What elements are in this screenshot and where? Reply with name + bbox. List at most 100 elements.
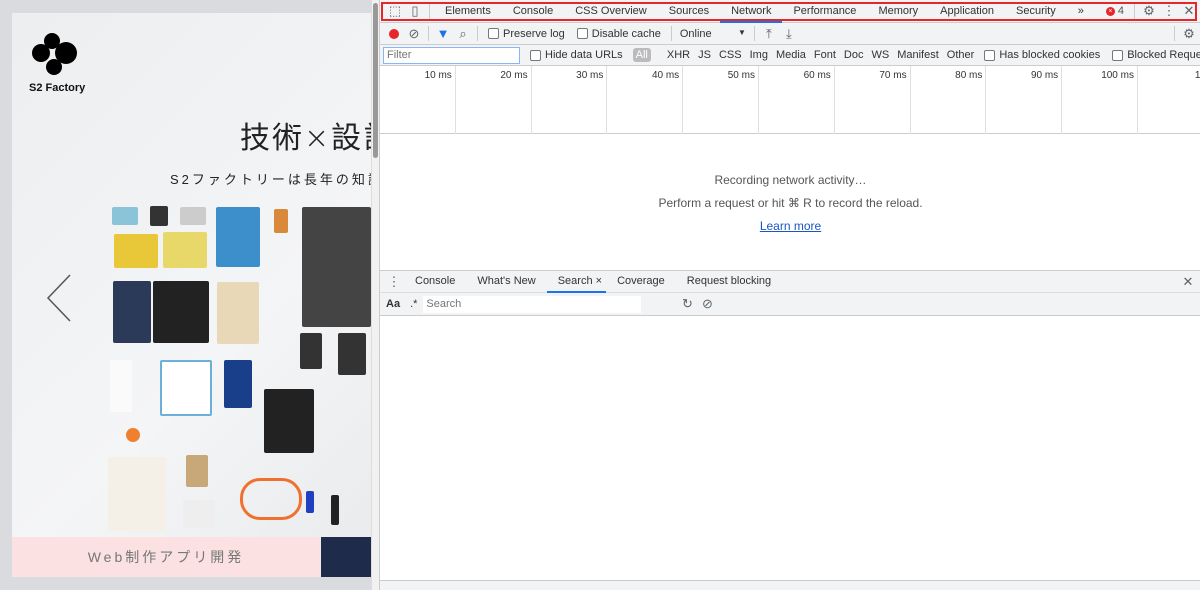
more-tabs-button[interactable]: » bbox=[1067, 0, 1095, 23]
logo-text: S2 Factory bbox=[29, 82, 86, 94]
timeline-tick: 60 ms bbox=[759, 66, 835, 134]
drawer-tab-request-blocking[interactable]: Request blocking bbox=[676, 270, 782, 293]
filter-funnel-icon[interactable]: ▼ bbox=[433, 24, 453, 44]
disable-cache-checkbox[interactable]: Disable cache bbox=[576, 27, 661, 40]
hero-title: 技術×設計 bbox=[240, 121, 371, 156]
close-tab-icon[interactable]: × bbox=[596, 275, 602, 287]
import-har-icon[interactable]: ⤒ bbox=[759, 24, 779, 44]
recording-message: Recording network activity… bbox=[714, 173, 867, 187]
regex-toggle[interactable]: .* bbox=[410, 298, 417, 310]
tab-security[interactable]: Security bbox=[1005, 0, 1067, 23]
filter-type-js[interactable]: JS bbox=[698, 49, 711, 61]
record-button[interactable] bbox=[384, 24, 404, 44]
drawer-tab-console[interactable]: Console bbox=[404, 270, 466, 293]
clear-icon[interactable]: ⊘ bbox=[404, 24, 424, 44]
divider bbox=[429, 3, 430, 19]
timeline-tick: 90 ms bbox=[986, 66, 1063, 134]
hide-data-urls-label: Hide data URLs bbox=[545, 49, 623, 61]
export-har-icon[interactable]: ⤓ bbox=[779, 24, 799, 44]
network-toolbar: ⊘ ▼ ⌕ Preserve log Disable cache Online ▼… bbox=[380, 23, 1200, 45]
filter-bar: Hide data URLs All XHR JS CSS Img Media … bbox=[380, 45, 1200, 66]
search-input[interactable] bbox=[423, 295, 642, 313]
has-blocked-cookies-label: Has blocked cookies bbox=[999, 49, 1101, 61]
network-settings-gear-icon[interactable]: ⚙ bbox=[1179, 24, 1199, 44]
filter-type-img[interactable]: Img bbox=[750, 49, 768, 61]
preserve-log-checkbox[interactable]: Preserve log bbox=[488, 28, 565, 40]
device-toolbar-icon[interactable]: ▯ bbox=[405, 1, 425, 21]
filter-type-doc[interactable]: Doc bbox=[844, 49, 864, 61]
error-icon: × bbox=[1105, 6, 1115, 16]
filter-type-manifest[interactable]: Manifest bbox=[897, 49, 939, 61]
throttling-value: Online bbox=[679, 27, 712, 40]
search-icon[interactable]: ⌕ bbox=[453, 24, 473, 44]
filter-type-css[interactable]: CSS bbox=[719, 49, 742, 61]
drawer-tab-whats-new[interactable]: What's New bbox=[466, 270, 546, 293]
status-bar bbox=[380, 580, 1200, 590]
network-overview-timeline[interactable]: 10 ms 20 ms 30 ms 40 ms 50 ms 60 ms 70 ms 80 ms… bbox=[380, 66, 1200, 134]
filter-type-font[interactable]: Font bbox=[814, 49, 836, 61]
tab-elements[interactable]: Elements bbox=[434, 0, 502, 23]
tab-memory[interactable]: Memory bbox=[867, 0, 929, 23]
reload-hint: Perform a request or hit ⌘ R to record t… bbox=[658, 196, 923, 210]
drawer-tab-search[interactable]: Search × bbox=[546, 270, 607, 293]
filter-type-ws[interactable]: WS bbox=[871, 49, 889, 61]
drawer-tab-coverage[interactable]: Coverage bbox=[606, 270, 676, 293]
filter-input[interactable] bbox=[383, 46, 520, 64]
filter-type-xhr[interactable]: XHR bbox=[667, 49, 690, 61]
divider bbox=[1134, 3, 1135, 19]
navy-banner[interactable] bbox=[321, 537, 371, 577]
filter-type-media[interactable]: Media bbox=[776, 49, 806, 61]
divider bbox=[1174, 26, 1175, 41]
hide-data-urls-checkbox[interactable]: Hide data URLs bbox=[530, 49, 623, 61]
close-devtools-icon[interactable]: ✕ bbox=[1179, 1, 1199, 21]
web-page: S2 Factory 技術×設計 S2ファクトリーは長年の知識と Web制作アプ… bbox=[0, 0, 371, 590]
scrollbar-thumb[interactable] bbox=[373, 3, 378, 158]
timeline-tick: 110 bbox=[1194, 70, 1200, 81]
divider bbox=[477, 26, 478, 41]
s2-factory-logo bbox=[32, 33, 77, 75]
devtools-panel: ⬚ ▯ Elements Console CSS Overview Source… bbox=[379, 0, 1200, 590]
clear-search-icon[interactable]: ⊘ bbox=[697, 294, 717, 314]
drawer-tab-search-label: Search bbox=[557, 275, 593, 287]
has-blocked-cookies-checkbox[interactable]: Has blocked cookies bbox=[984, 49, 1100, 61]
tab-console[interactable]: Console bbox=[502, 0, 564, 23]
filter-type-all[interactable]: All bbox=[632, 48, 651, 62]
timeline-tick: 70 ms bbox=[835, 66, 911, 134]
tab-sources[interactable]: Sources bbox=[658, 0, 720, 23]
more-options-icon[interactable]: ⋮ bbox=[1159, 1, 1179, 21]
timeline-tick: 100 ms bbox=[1062, 66, 1138, 134]
network-empty-state: Recording network activity… Perform a re… bbox=[380, 134, 1200, 270]
drawer-tab-bar: ⋮ Console What's New Search × Coverage R… bbox=[380, 270, 1200, 293]
filter-type-other[interactable]: Other bbox=[947, 49, 975, 61]
close-drawer-icon[interactable]: ✕ bbox=[1178, 272, 1198, 292]
timeline-tick: 30 ms bbox=[532, 66, 608, 134]
tab-performance[interactable]: Performance bbox=[782, 0, 867, 23]
blocked-requests-checkbox[interactable]: Blocked Requests bbox=[1112, 49, 1200, 61]
blocked-requests-label: Blocked Requests bbox=[1127, 49, 1200, 61]
disable-cache-label: Disable cache bbox=[591, 27, 661, 40]
tab-css-overview[interactable]: CSS Overview bbox=[564, 0, 658, 23]
throttling-select[interactable]: Online ▼ bbox=[680, 28, 746, 40]
learn-more-link[interactable]: Learn more bbox=[380, 219, 1200, 233]
divider bbox=[670, 26, 672, 41]
error-counter[interactable]: × 4 bbox=[1105, 5, 1124, 17]
divider bbox=[753, 26, 755, 41]
timeline-tick: 50 ms bbox=[683, 66, 759, 134]
dropdown-arrow-icon: ▼ bbox=[737, 27, 746, 37]
search-toolbar: Aa .* ↻ ⊘ bbox=[380, 293, 1200, 316]
match-case-toggle[interactable]: Aa bbox=[386, 298, 400, 310]
inspect-element-icon[interactable]: ⬚ bbox=[385, 1, 405, 21]
chevron-left-icon[interactable] bbox=[44, 273, 74, 323]
service-banner[interactable]: Web制作アプリ開発 bbox=[12, 537, 320, 577]
timeline-tick: 20 ms bbox=[456, 66, 532, 134]
page-scrollbar[interactable] bbox=[371, 0, 379, 590]
timeline-tick: 80 ms bbox=[911, 66, 987, 134]
tab-network[interactable]: Network bbox=[720, 0, 783, 23]
timeline-tick: 40 ms bbox=[607, 66, 684, 134]
divider bbox=[428, 26, 429, 41]
refresh-icon[interactable]: ↻ bbox=[677, 294, 697, 314]
tab-application[interactable]: Application bbox=[929, 0, 1005, 23]
drawer-menu-icon[interactable]: ⋮ bbox=[384, 272, 404, 292]
settings-gear-icon[interactable]: ⚙ bbox=[1139, 1, 1159, 21]
devtools-tab-bar: ⬚ ▯ Elements Console CSS Overview Source… bbox=[380, 0, 1200, 23]
